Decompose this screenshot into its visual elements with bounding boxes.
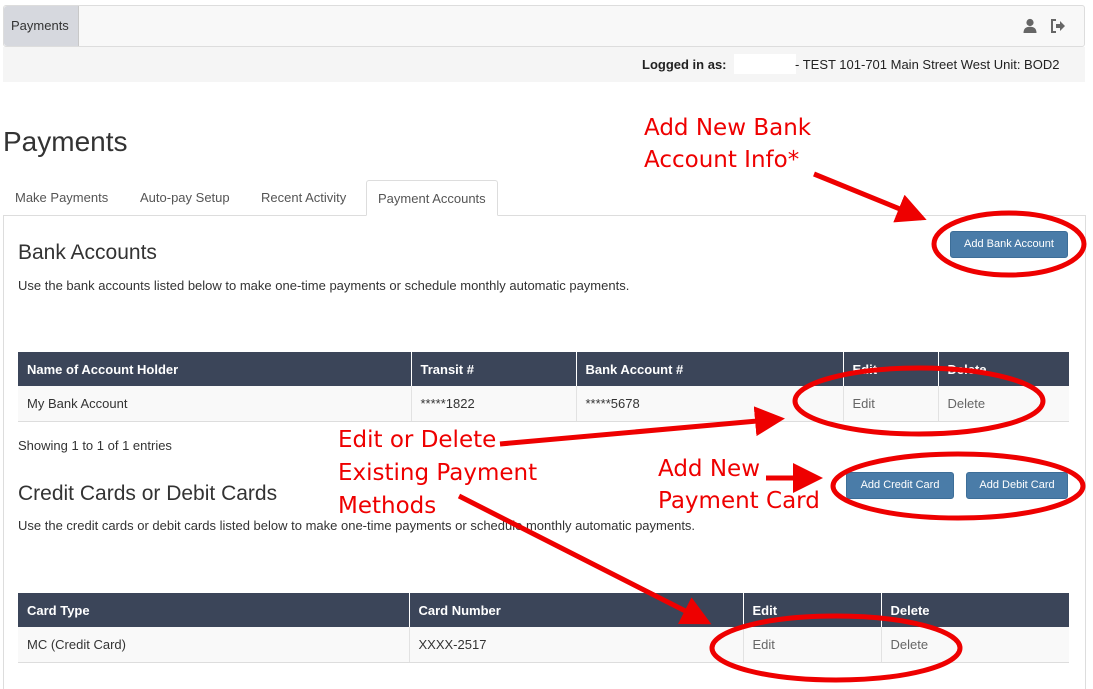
- annotation-add-bank-line1: Add New Bank: [644, 115, 812, 141]
- annotation-arrow: [499, 406, 785, 447]
- annotation-edit-delete-line3: Methods: [338, 493, 437, 519]
- highlight-ellipse: [792, 365, 1046, 437]
- annotation-edit-delete-line2: Existing Payment: [338, 460, 538, 486]
- annotation-add-bank-line2: Account Info*: [644, 147, 800, 173]
- annotation-add-card-line2: Payment Card: [658, 488, 820, 514]
- annotation-edit-delete-line1: Edit or Delete: [338, 427, 497, 453]
- annotation-overlay: [457, 171, 1087, 683]
- highlight-ellipse: [709, 613, 963, 683]
- highlight-ellipse: [830, 451, 1086, 521]
- annotation-arrow: [813, 171, 927, 223]
- annotation-add-card-line1: Add New: [658, 456, 761, 482]
- highlight-ellipse: [931, 210, 1087, 278]
